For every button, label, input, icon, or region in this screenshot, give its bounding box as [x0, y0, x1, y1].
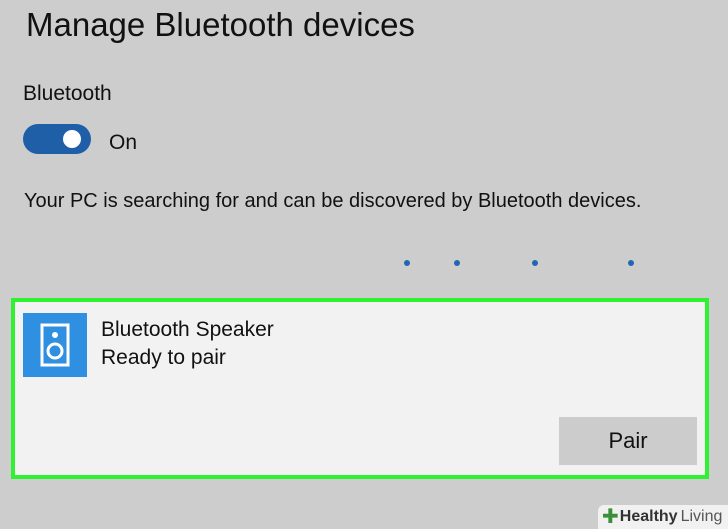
toggle-knob: [63, 130, 81, 148]
toggle-state-label: On: [109, 131, 138, 154]
healthy-living-watermark: ✚ Healthy Living: [598, 505, 728, 529]
searching-progress-dot: [404, 260, 410, 266]
device-status: Ready to pair: [101, 346, 226, 369]
plus-logo-icon: ✚: [602, 506, 619, 528]
bluetooth-label: Bluetooth: [23, 82, 112, 105]
watermark-brand-bold: Healthy: [619, 508, 678, 525]
searching-progress-dot: [454, 260, 460, 266]
discovery-status-text: Your PC is searching for and can be disc…: [24, 190, 642, 212]
searching-progress-dot: [532, 260, 538, 266]
speaker-icon: [23, 313, 87, 377]
device-name: Bluetooth Speaker: [101, 318, 274, 341]
page-title: Manage Bluetooth devices: [26, 6, 415, 43]
searching-progress-dot: [628, 260, 634, 266]
watermark-brand-light: Living: [680, 508, 723, 525]
bluetooth-toggle[interactable]: [23, 124, 91, 154]
pair-button[interactable]: Pair: [559, 417, 697, 465]
device-card[interactable]: Bluetooth Speaker Ready to pair Pair: [11, 298, 709, 479]
